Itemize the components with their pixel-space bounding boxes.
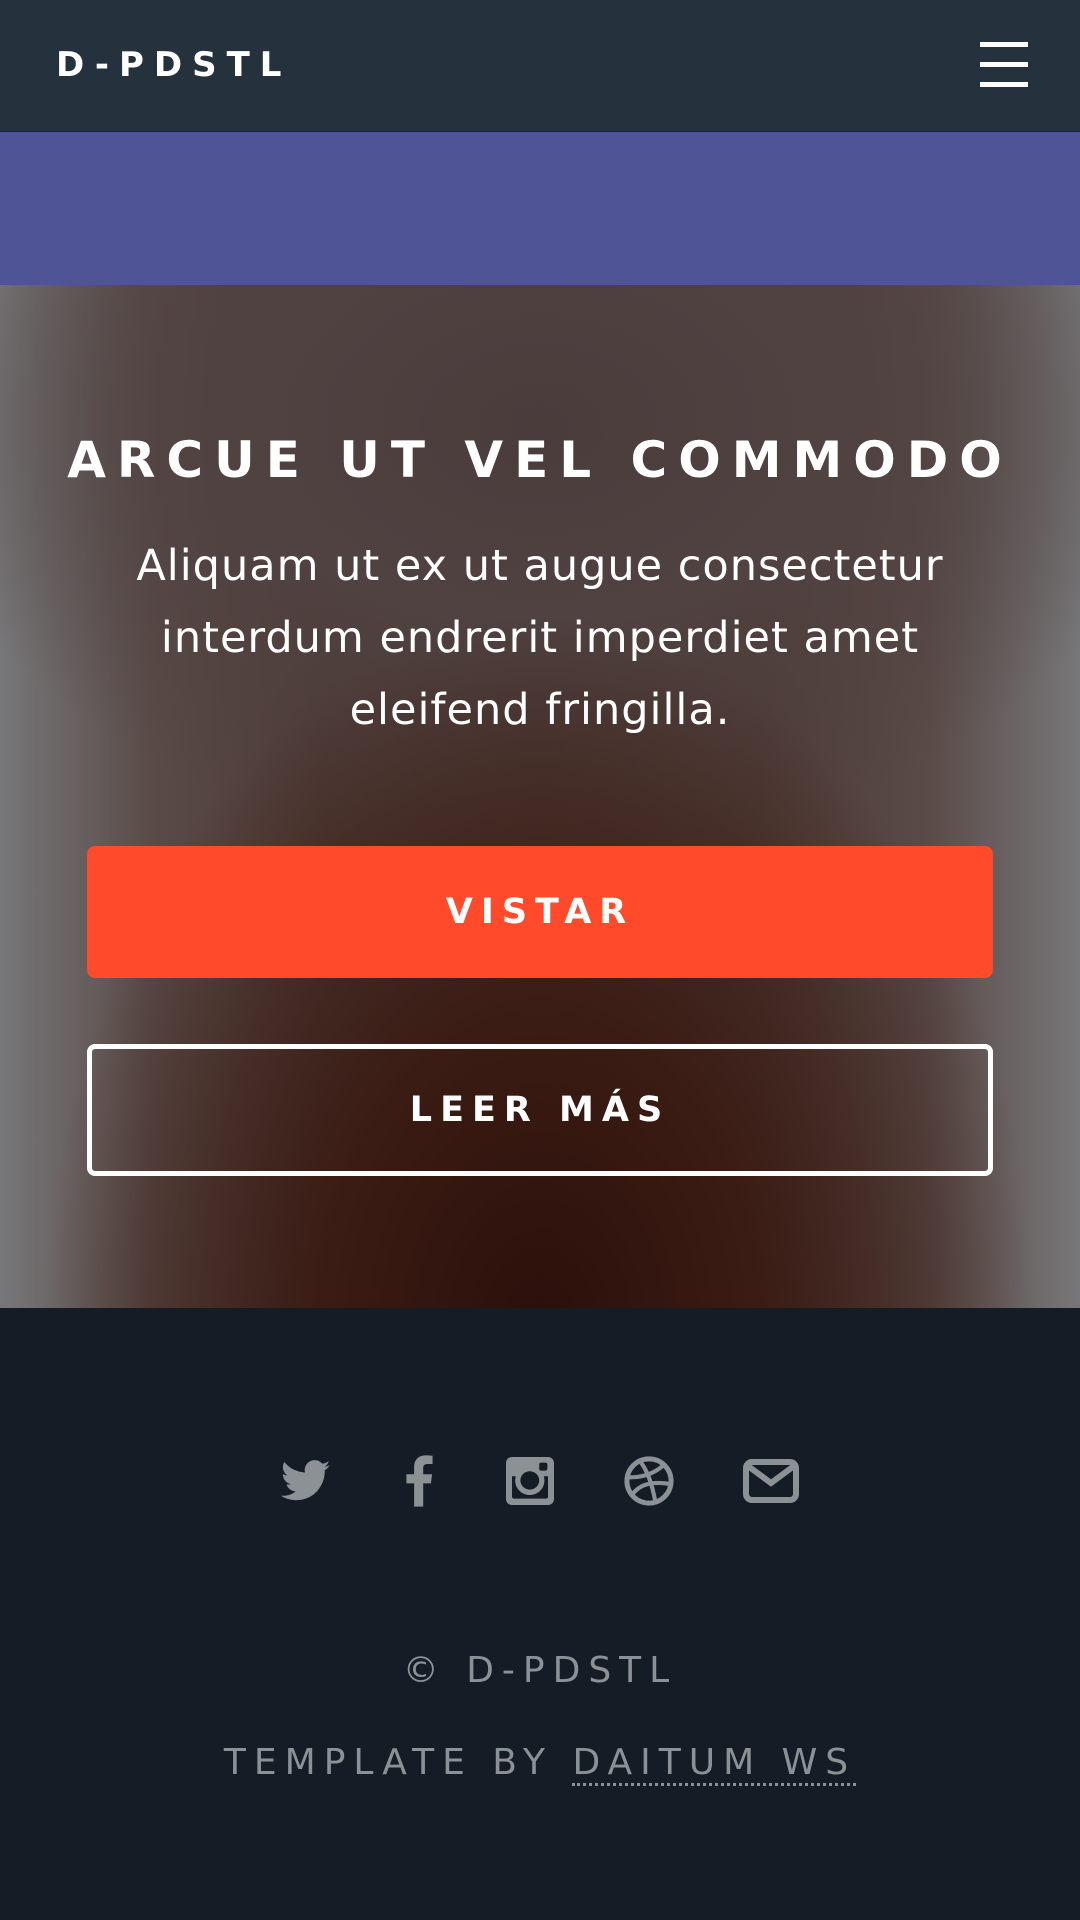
credits-line: TEMPLATE BY DAITUM WS (0, 1736, 1080, 1790)
hero-description: Aliquam ut ex ut augue consectetur inter… (136, 541, 944, 735)
vistar-button[interactable]: VISTAR (87, 846, 993, 978)
footer: © D-PDSTL TEMPLATE BY DAITUM WS (0, 1308, 1080, 1920)
hamburger-menu-icon[interactable] (980, 42, 1028, 88)
facebook-icon[interactable] (384, 1446, 454, 1516)
daitum-ws-link[interactable]: DAITUM WS (572, 1742, 857, 1786)
leer-mas-button[interactable]: LEER MÁS (87, 1044, 993, 1176)
hero-section: ARCUE UT VEL COMMODO Aliquam ut ex ut au… (0, 285, 1080, 1308)
accent-band (0, 132, 1080, 285)
twitter-icon[interactable] (271, 1446, 341, 1516)
menu-bar (980, 62, 1028, 67)
top-navbar: D-PDSTL (0, 0, 1080, 132)
menu-bar (980, 42, 1028, 47)
menu-bar (980, 82, 1028, 87)
envelope-icon[interactable] (736, 1446, 806, 1516)
hero-title: ARCUE UT VEL COMMODO (67, 431, 1013, 489)
dribbble-icon[interactable] (614, 1446, 684, 1516)
brand-logo[interactable]: D-PDSTL (56, 40, 291, 90)
social-links (0, 1446, 1080, 1516)
credits-prefix: TEMPLATE BY (223, 1742, 573, 1783)
instagram-icon[interactable] (495, 1446, 565, 1516)
copyright-text: © D-PDSTL (402, 1650, 678, 1691)
